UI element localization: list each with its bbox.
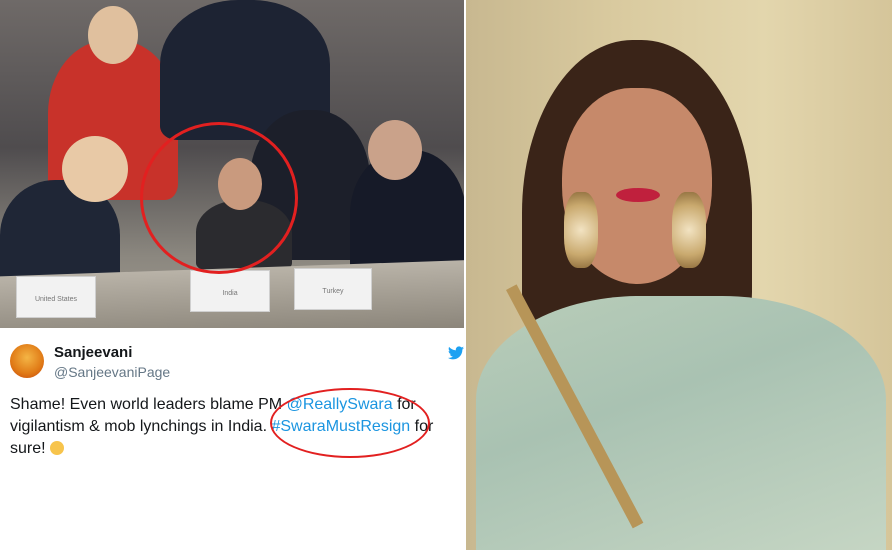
- meeting-photo: United States India Turkey: [0, 0, 466, 328]
- woman-shrugging-emoji-icon: [50, 441, 65, 455]
- red-highlight-circle: [140, 122, 298, 274]
- image-divider: [464, 0, 466, 550]
- tweet-avatar[interactable]: [10, 344, 44, 378]
- portrait-lips: [616, 188, 660, 202]
- figure-head: [62, 136, 128, 202]
- red-highlight-ellipse: [270, 388, 430, 458]
- figure-head: [368, 120, 422, 180]
- twitter-bird-icon[interactable]: [448, 346, 464, 360]
- tweet-author-handle[interactable]: @SanjeevaniPage: [54, 364, 170, 380]
- tweet-author-name[interactable]: Sanjeevani: [54, 344, 132, 361]
- earring-left: [564, 192, 598, 268]
- figure-head: [88, 6, 138, 64]
- earring-right: [672, 192, 706, 268]
- tweet-text-part: Shame! Even world leaders blame PM: [10, 396, 287, 413]
- nameplate-turkey: Turkey: [294, 268, 372, 310]
- nameplate-united-states: United States: [16, 276, 96, 318]
- portrait-photo: [466, 0, 892, 550]
- nameplate-india: India: [190, 270, 270, 312]
